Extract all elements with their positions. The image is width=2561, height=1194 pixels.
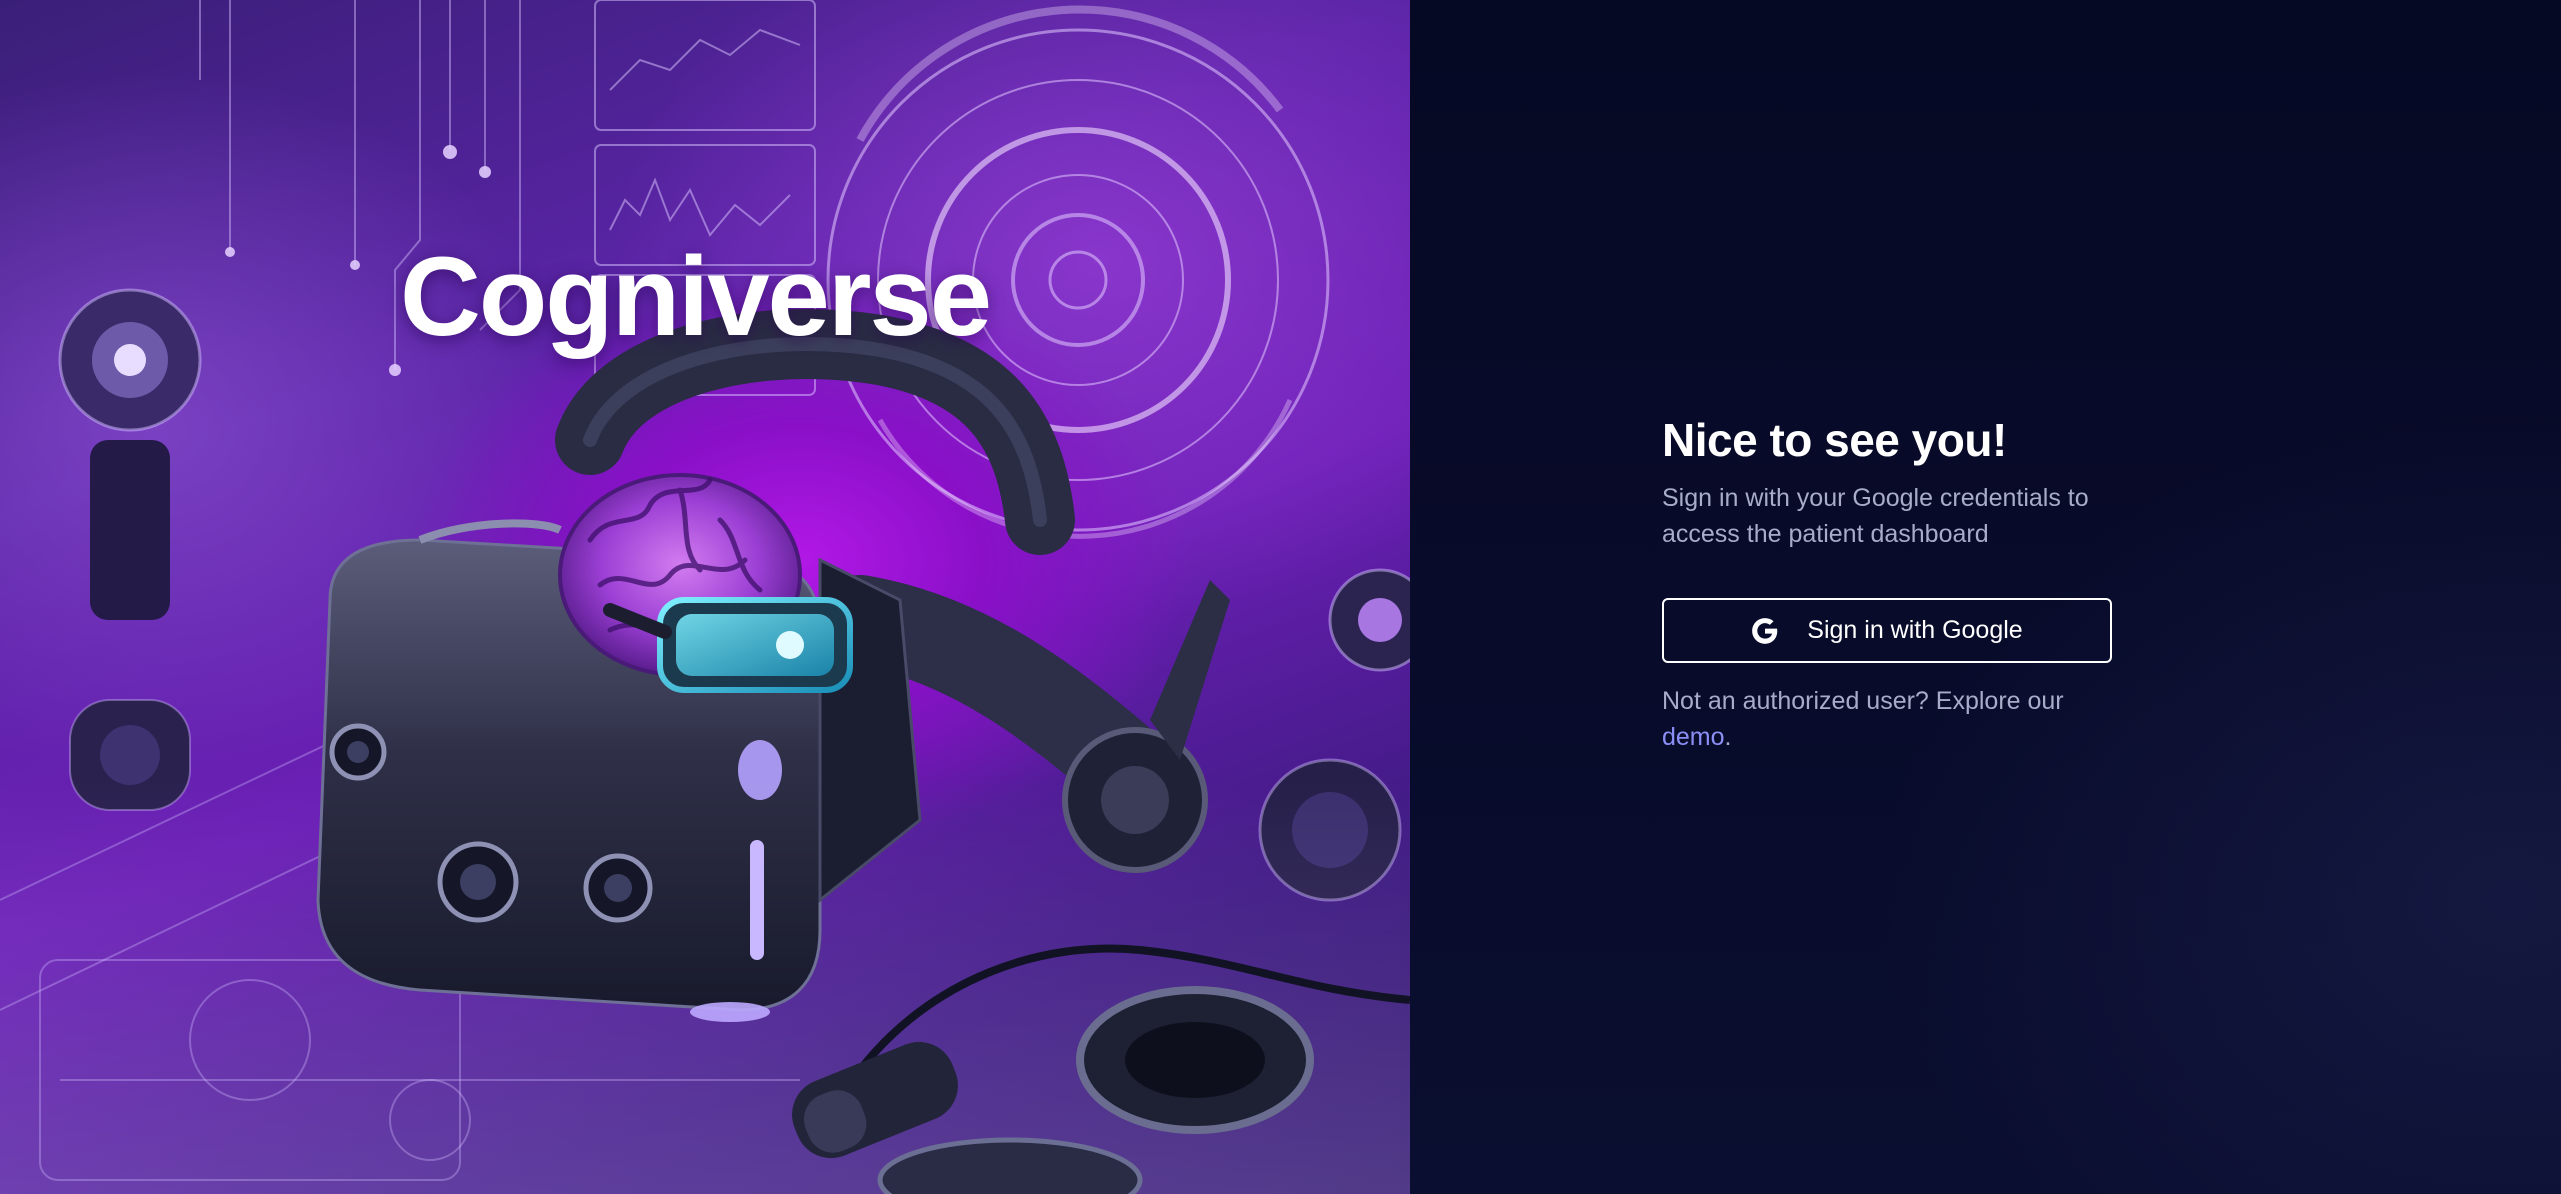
hero-panel: Cogniverse	[0, 0, 1410, 1194]
signin-subtitle: Sign in with your Google credentials to …	[1662, 484, 2089, 548]
hero-illustration	[0, 0, 1410, 1194]
brand-title: Cogniverse	[400, 234, 992, 359]
demo-prompt-text: Not an authorized user? Explore our	[1662, 687, 2064, 715]
signin-panel: Nice to see you! Sign in with your Googl…	[1410, 0, 2561, 1194]
signin-form: Nice to see you! Sign in with your Googl…	[1662, 412, 2122, 755]
google-signin-label: Sign in with Google	[1807, 616, 2023, 644]
demo-prompt-suffix: .	[1724, 723, 1732, 751]
google-g-icon	[1751, 617, 1779, 645]
demo-prompt: Not an authorized user? Explore our demo…	[1662, 683, 2122, 755]
google-signin-button[interactable]: Sign in with Google	[1662, 598, 2112, 663]
signin-heading: Nice to see you!	[1662, 414, 2007, 466]
demo-link[interactable]: demo	[1662, 723, 1725, 751]
